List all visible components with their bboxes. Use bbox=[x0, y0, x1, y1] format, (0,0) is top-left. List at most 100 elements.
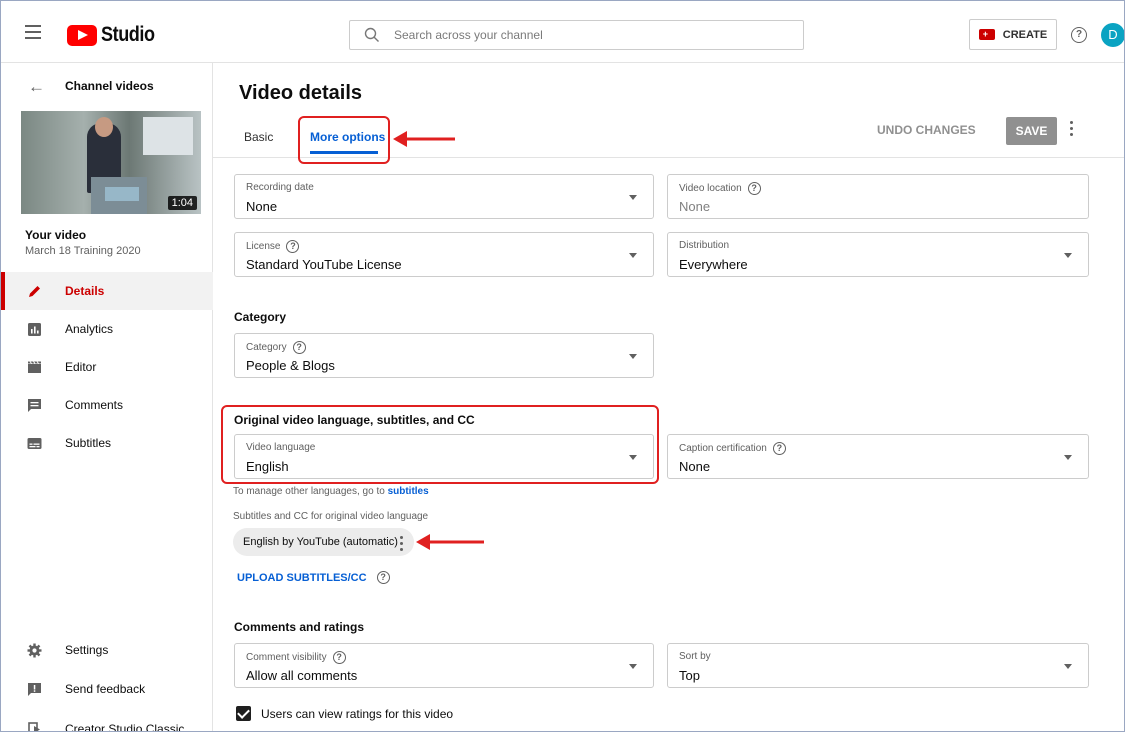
sidebar-item-label: Comments bbox=[65, 398, 124, 412]
license-select[interactable]: License? Standard YouTube License bbox=[234, 232, 654, 277]
dropdown-caret-icon bbox=[629, 664, 637, 669]
annotation-arrow-more-options bbox=[393, 131, 455, 147]
sort-by-select[interactable]: Sort by Top bbox=[667, 643, 1089, 688]
logo-text: Studio bbox=[101, 23, 155, 46]
video-thumbnail[interactable]: 1:04 bbox=[21, 111, 201, 214]
subtitle-track-more-icon[interactable] bbox=[400, 536, 404, 554]
tab-basic[interactable]: Basic bbox=[244, 130, 273, 144]
sidebar-item-label: Analytics bbox=[65, 322, 114, 336]
subtitles-link[interactable]: subtitles bbox=[388, 486, 429, 497]
caption-certification-select[interactable]: Caption certification? None bbox=[667, 434, 1089, 479]
video-duration: 1:04 bbox=[167, 196, 197, 210]
sidebar-item-details[interactable]: Details bbox=[1, 272, 213, 310]
field-label: Category? bbox=[246, 341, 306, 354]
help-icon[interactable]: ? bbox=[1071, 27, 1087, 43]
help-icon[interactable]: ? bbox=[332, 651, 346, 664]
sidebar-item-subtitles[interactable]: Subtitles bbox=[1, 424, 213, 462]
sidebar: ← Channel videos 1:04 Your video March 1… bbox=[1, 63, 213, 731]
field-value: None bbox=[679, 459, 711, 474]
search-placeholder: Search across your channel bbox=[394, 28, 543, 42]
back-to-channel-videos[interactable]: ← Channel videos bbox=[1, 77, 213, 97]
comment-visibility-select[interactable]: Comment visibility? Allow all comments bbox=[234, 643, 654, 688]
sidebar-item-label: Settings bbox=[65, 643, 109, 657]
save-button[interactable]: SAVE bbox=[1006, 117, 1057, 145]
field-label: Comment visibility? bbox=[246, 651, 346, 664]
field-label: License? bbox=[246, 240, 300, 253]
annotation-box-more-options bbox=[298, 116, 390, 164]
video-location-field[interactable]: Video location? None bbox=[667, 174, 1089, 219]
ratings-checkbox[interactable] bbox=[236, 706, 251, 721]
studio-logo[interactable]: Studio bbox=[67, 23, 163, 47]
field-value: Standard YouTube License bbox=[246, 257, 402, 272]
search-input[interactable]: Search across your channel bbox=[349, 20, 804, 50]
field-label: Distribution bbox=[679, 240, 730, 251]
subtitle-track-chip[interactable]: English by YouTube (automatic) bbox=[233, 528, 414, 556]
sidebar-item-send-feedback[interactable]: Send feedback bbox=[1, 670, 213, 708]
subtitle-track-label: English by YouTube (automatic) bbox=[243, 536, 398, 548]
help-icon[interactable]: ? bbox=[376, 571, 390, 584]
manage-note-text: To manage other languages, go to bbox=[233, 486, 385, 497]
annotation-box-language bbox=[221, 405, 659, 484]
video-title: March 18 Training 2020 bbox=[25, 245, 141, 257]
field-value: Top bbox=[679, 668, 700, 683]
undo-changes-button[interactable]: UNDO CHANGES bbox=[877, 123, 976, 137]
sidebar-item-label: Details bbox=[65, 284, 105, 298]
help-icon[interactable]: ? bbox=[772, 442, 786, 455]
field-value: People & Blogs bbox=[246, 358, 335, 373]
help-icon[interactable]: ? bbox=[292, 341, 306, 354]
analytics-icon bbox=[28, 322, 41, 336]
sidebar-item-label: Editor bbox=[65, 360, 97, 374]
comments-heading: Comments and ratings bbox=[234, 620, 365, 634]
create-video-icon: + bbox=[978, 29, 995, 40]
page-title: Video details bbox=[239, 82, 363, 104]
ratings-checkbox-label: Users can view ratings for this video bbox=[261, 707, 454, 721]
feedback-icon bbox=[28, 682, 41, 696]
avatar[interactable]: D bbox=[1101, 23, 1124, 47]
studio-window: Studio Search across your channel + CREA… bbox=[0, 0, 1125, 732]
field-label: Video location? bbox=[679, 182, 761, 195]
dropdown-caret-icon bbox=[1064, 455, 1072, 460]
field-value: None bbox=[679, 199, 711, 214]
subtitles-icon bbox=[27, 437, 42, 449]
sidebar-item-creator-studio-classic[interactable]: Creator Studio Classic bbox=[1, 710, 213, 731]
dropdown-caret-icon bbox=[1064, 664, 1072, 669]
sidebar-item-label: Send feedback bbox=[65, 682, 146, 696]
exit-icon bbox=[28, 721, 40, 731]
youtube-play-icon bbox=[67, 24, 97, 46]
dropdown-caret-icon bbox=[1064, 253, 1072, 258]
your-video-label: Your video bbox=[25, 228, 87, 242]
more-options-icon[interactable] bbox=[1070, 121, 1074, 141]
help-icon[interactable]: ? bbox=[286, 240, 300, 253]
comment-icon bbox=[28, 398, 41, 412]
dropdown-caret-icon bbox=[629, 195, 637, 200]
recording-date-select[interactable]: Recording date None bbox=[234, 174, 654, 219]
field-value: Allow all comments bbox=[246, 668, 358, 683]
field-label: Caption certification? bbox=[679, 442, 786, 455]
upload-subtitles-button[interactable]: UPLOAD SUBTITLES/CC ? bbox=[237, 571, 390, 584]
clapperboard-icon bbox=[28, 360, 41, 373]
sidebar-item-label: Subtitles bbox=[65, 436, 112, 450]
sidebar-item-analytics[interactable]: Analytics bbox=[1, 310, 213, 348]
field-value: None bbox=[246, 199, 278, 214]
search-icon bbox=[364, 27, 379, 42]
main-content: Video details Basic More options UNDO CH… bbox=[213, 63, 1124, 731]
distribution-select[interactable]: Distribution Everywhere bbox=[667, 232, 1089, 277]
sidebar-item-comments[interactable]: Comments bbox=[1, 386, 213, 424]
sidebar-item-editor[interactable]: Editor bbox=[1, 348, 213, 386]
dropdown-caret-icon bbox=[629, 354, 637, 359]
gear-icon bbox=[27, 643, 42, 657]
field-value: Everywhere bbox=[679, 257, 748, 272]
category-select[interactable]: Category? People & Blogs bbox=[234, 333, 654, 378]
help-icon[interactable]: ? bbox=[747, 182, 761, 195]
pencil-icon bbox=[29, 285, 40, 297]
top-bar: Studio Search across your channel + CREA… bbox=[1, 1, 1124, 63]
hamburger-menu-icon[interactable] bbox=[25, 25, 41, 39]
back-title: Channel videos bbox=[65, 79, 154, 93]
sidebar-item-settings[interactable]: Settings bbox=[1, 631, 213, 669]
category-heading: Category bbox=[234, 310, 287, 324]
field-label: Recording date bbox=[246, 182, 314, 193]
create-button[interactable]: + CREATE bbox=[969, 19, 1057, 50]
dropdown-caret-icon bbox=[629, 253, 637, 258]
back-arrow-icon[interactable]: ← bbox=[28, 78, 45, 95]
subtitles-note: Subtitles and CC for original video lang… bbox=[233, 511, 429, 522]
